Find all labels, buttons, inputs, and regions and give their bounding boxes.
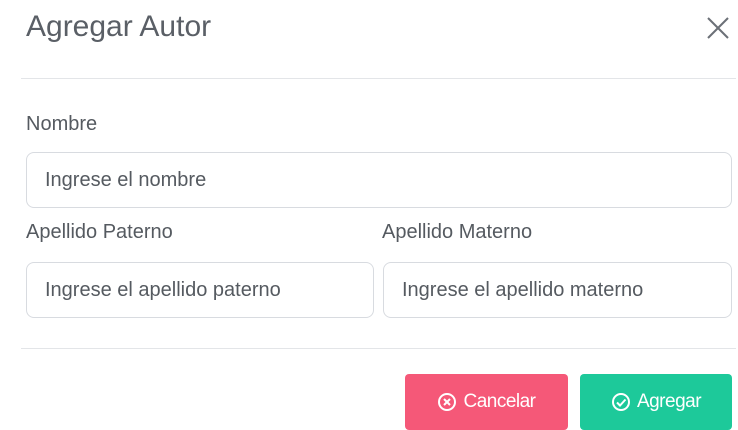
nombre-label: Nombre: [26, 113, 98, 135]
x-circle-icon: [437, 392, 457, 412]
apellido-paterno-label: Apellido Paterno: [26, 221, 173, 243]
nombre-input[interactable]: [26, 152, 732, 208]
footer-divider: [21, 348, 736, 349]
close-button[interactable]: [700, 10, 736, 46]
header-divider: [21, 78, 736, 79]
close-icon: [707, 17, 729, 39]
apellido-paterno-input[interactable]: [26, 262, 374, 318]
cancel-button-label: Cancelar: [463, 391, 536, 412]
apellido-materno-label: Apellido Materno: [382, 221, 533, 243]
add-author-modal: Agregar Autor Nombre Apellido Paterno Ap…: [0, 0, 738, 430]
add-button-label: Agregar: [636, 391, 702, 412]
apellido-materno-input[interactable]: [383, 262, 732, 318]
add-button[interactable]: Agregar: [580, 374, 732, 430]
check-circle-icon: [611, 392, 631, 412]
modal-title: Agregar Autor: [26, 10, 212, 43]
cancel-button[interactable]: Cancelar: [405, 374, 568, 430]
